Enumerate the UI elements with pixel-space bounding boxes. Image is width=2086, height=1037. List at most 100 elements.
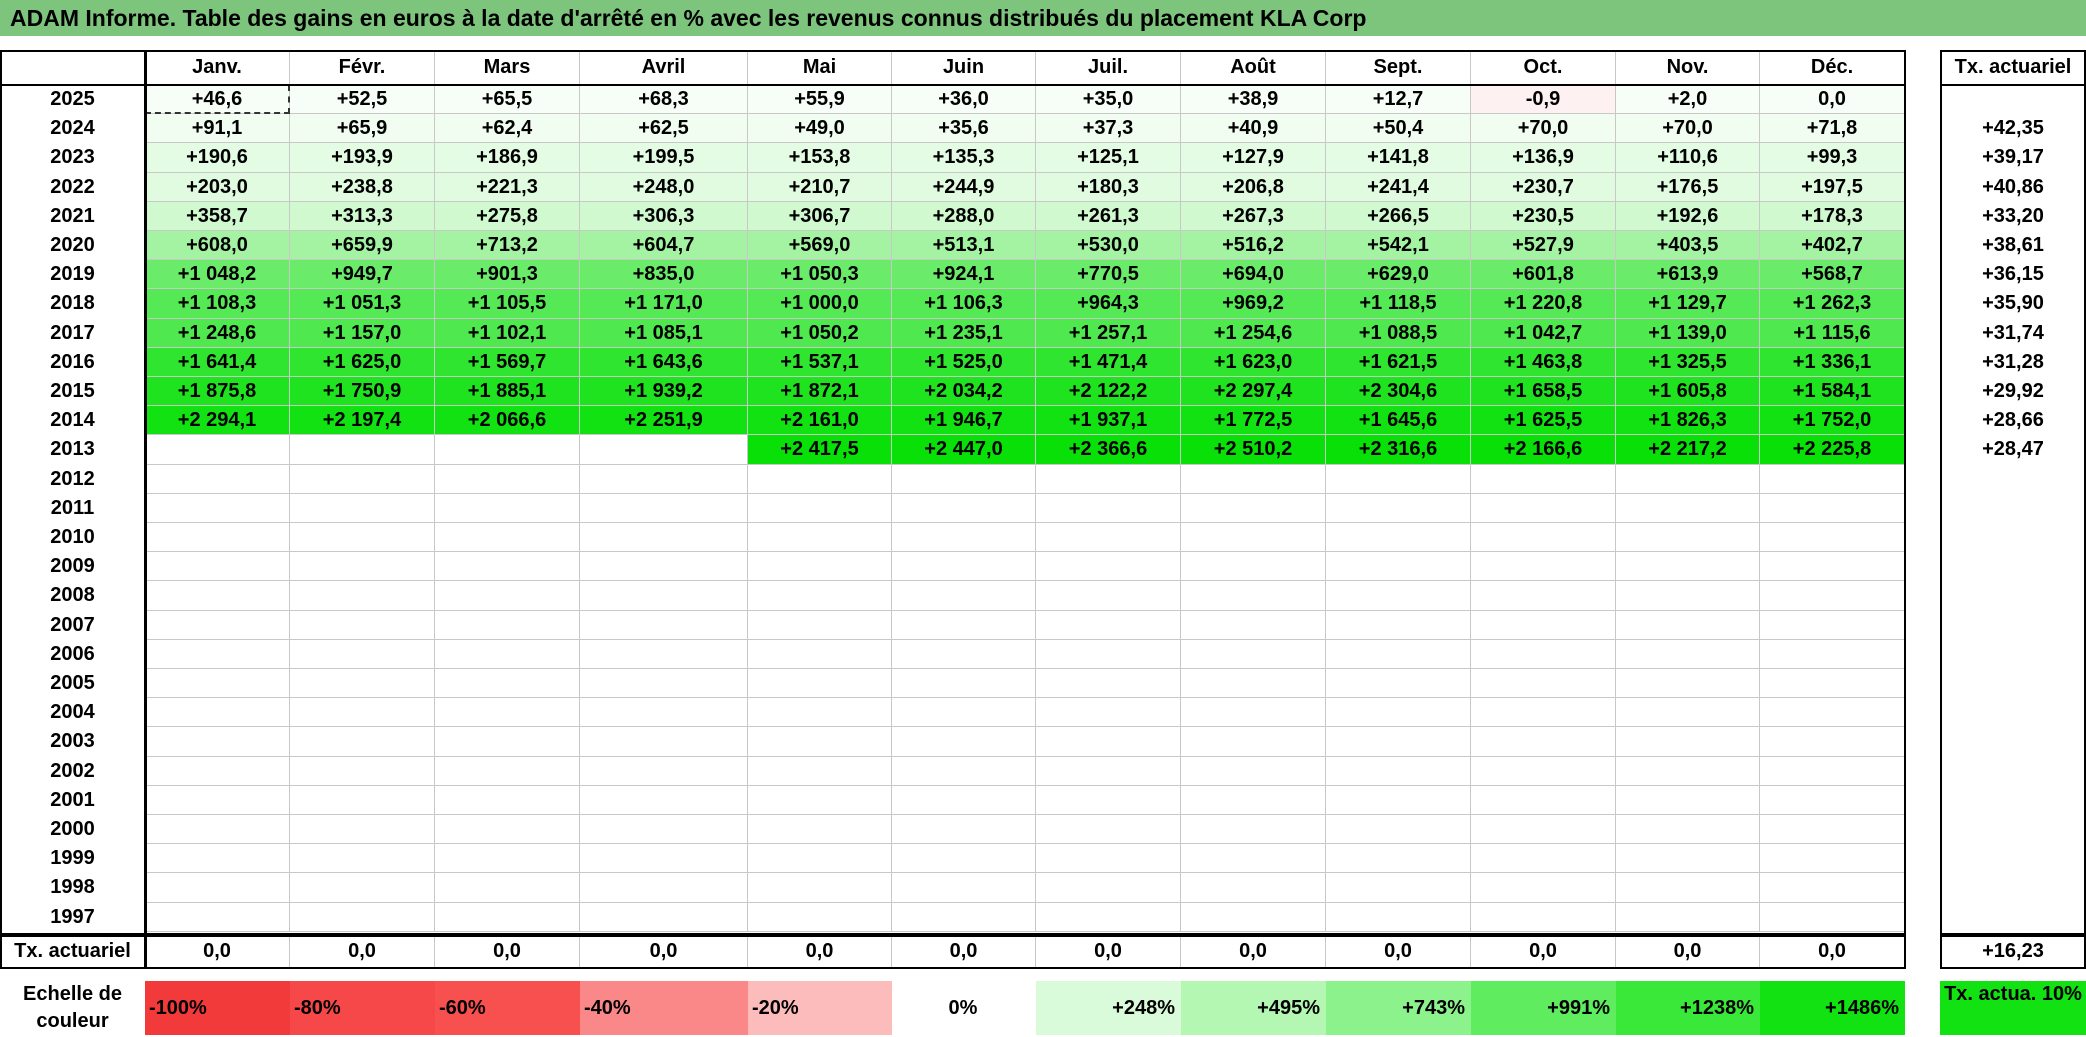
table-cell	[1760, 815, 1905, 845]
year-label: 2012	[50, 467, 95, 490]
table-cell	[145, 639, 290, 669]
table-cell: +568,7	[1760, 260, 1905, 290]
table-cell	[1471, 523, 1616, 553]
rate-header: Tx. actuariel	[1954, 56, 2072, 78]
table-cell: +135,3	[892, 143, 1036, 173]
table-cell	[435, 435, 580, 465]
table-cell	[1326, 756, 1471, 786]
table-cell: +199,5	[580, 143, 748, 173]
table-cell: +2 294,1	[145, 406, 290, 436]
table-cell: +2 122,2	[1036, 377, 1181, 407]
table-cell: +1 658,5	[1471, 377, 1616, 407]
color-scale-swatch: +495%	[1181, 981, 1326, 1035]
footer-rate: +16,23	[1982, 940, 2044, 962]
row-rate: +42,35	[1982, 117, 2044, 140]
table-cell	[1616, 464, 1760, 494]
row-rate: +39,17	[1982, 146, 2044, 169]
footer-cell: 0,0	[145, 935, 290, 967]
table-cell: +1 108,3	[145, 289, 290, 319]
color-scale-swatch: -60%	[435, 981, 580, 1035]
table-cell: +110,6	[1616, 143, 1760, 173]
table-cell	[435, 552, 580, 582]
table-cell: +127,9	[1181, 143, 1326, 173]
table-cell	[1616, 698, 1760, 728]
year-label: 2004	[50, 701, 95, 724]
table-cell	[580, 523, 748, 553]
table-cell: +601,8	[1471, 260, 1616, 290]
table-cell	[145, 610, 290, 640]
year-label: 1997	[50, 905, 95, 928]
table-cell	[892, 902, 1036, 932]
table-cell: +192,6	[1616, 201, 1760, 231]
table-cell: +2 066,6	[435, 406, 580, 436]
year-label: 2018	[50, 292, 95, 315]
table-cell	[1471, 756, 1616, 786]
table-cell	[748, 610, 892, 640]
row-rate	[1940, 552, 2086, 581]
year-label: 2017	[50, 321, 95, 344]
table-cell	[1760, 669, 1905, 699]
table-cell	[1181, 523, 1326, 553]
table-cell: +949,7	[290, 260, 435, 290]
table-cell	[435, 639, 580, 669]
table-cell	[892, 581, 1036, 611]
table-cell	[748, 639, 892, 669]
color-scale-swatch: +743%	[1326, 981, 1471, 1035]
table-cell	[892, 639, 1036, 669]
table-cell	[1036, 727, 1181, 757]
table-cell	[1181, 639, 1326, 669]
table-cell	[290, 785, 435, 815]
table-cell	[1036, 698, 1181, 728]
footer-cell: 0,0	[1471, 935, 1616, 967]
table-cell	[1181, 493, 1326, 523]
table-cell: +659,9	[290, 231, 435, 261]
table-cell	[580, 844, 748, 874]
table-cell: +2 161,0	[748, 406, 892, 436]
table-cell: +2 217,2	[1616, 435, 1760, 465]
table-cell	[145, 581, 290, 611]
table-cell: +65,9	[290, 114, 435, 144]
table-cell: +1 625,5	[1471, 406, 1616, 436]
table-cell	[1471, 493, 1616, 523]
month-header: Janv.	[145, 50, 290, 84]
table-cell: +2 197,4	[290, 406, 435, 436]
table-cell: +1 248,6	[145, 318, 290, 348]
table-cell: +1 171,0	[580, 289, 748, 319]
table-cell: +136,9	[1471, 143, 1616, 173]
color-scale-swatch: -20%	[748, 981, 892, 1035]
table-cell	[435, 493, 580, 523]
table-cell	[1760, 493, 1905, 523]
table-cell	[892, 873, 1036, 903]
year-label: 2025	[50, 88, 95, 110]
table-cell	[1326, 523, 1471, 553]
table-cell	[1326, 493, 1471, 523]
table-cell: +99,3	[1760, 143, 1905, 173]
table-cell: +1 157,0	[290, 318, 435, 348]
table-cell	[1471, 785, 1616, 815]
year-label: 1998	[50, 876, 95, 899]
page-title: ADAM Informe. Table des gains en euros à…	[0, 0, 2086, 36]
table-cell: +1 085,1	[580, 318, 748, 348]
table-cell: +1 875,8	[145, 377, 290, 407]
table-cell	[435, 873, 580, 903]
table-cell: +608,0	[145, 231, 290, 261]
table-cell: +1 129,7	[1616, 289, 1760, 319]
table-cell	[580, 873, 748, 903]
table-cell	[1036, 669, 1181, 699]
table-cell: +629,0	[1326, 260, 1471, 290]
table-cell: +141,8	[1326, 143, 1471, 173]
year-label: 2015	[50, 380, 95, 402]
row-rate: +28,47	[1982, 438, 2044, 461]
month-header: Nov.	[1616, 50, 1760, 84]
table-cell	[1036, 785, 1181, 815]
table-cell: +1 750,9	[290, 377, 435, 407]
row-rate	[1940, 727, 2086, 756]
table-cell	[435, 727, 580, 757]
table-cell	[1760, 523, 1905, 553]
table-cell: +261,3	[1036, 201, 1181, 231]
table-cell	[1181, 785, 1326, 815]
table-cell	[290, 610, 435, 640]
table-cell	[748, 902, 892, 932]
table-cell	[145, 756, 290, 786]
table-cell	[580, 698, 748, 728]
